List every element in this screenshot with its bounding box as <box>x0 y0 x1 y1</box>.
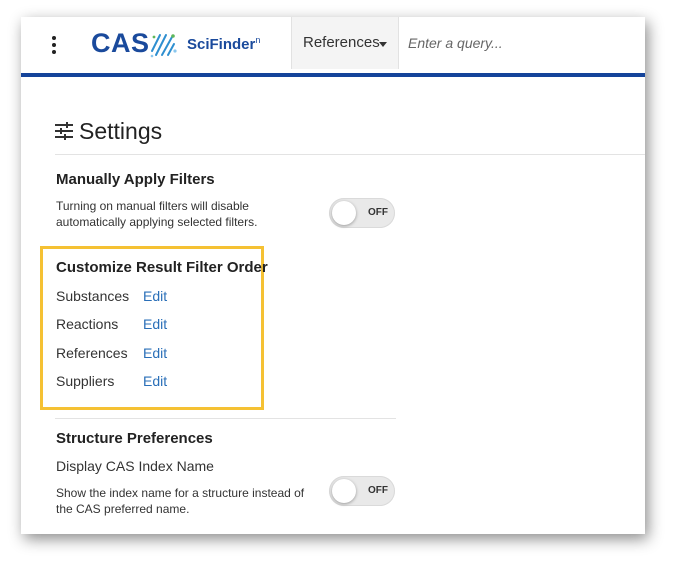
scifinder-logo-text: SciFindern <box>187 35 261 53</box>
filter-label: References <box>56 345 128 361</box>
title-divider <box>55 154 645 155</box>
cas-logo-mark-icon <box>150 34 177 58</box>
filter-order-heading: Customize Result Filter Order <box>56 259 268 276</box>
structure-prefs-heading: Structure Preferences <box>56 430 213 447</box>
edit-link-substances[interactable]: Edit <box>143 288 167 304</box>
edit-link-reactions[interactable]: Edit <box>143 316 167 332</box>
top-bar: CAS SciFindern References <box>21 17 645 77</box>
search-type-dropdown[interactable]: References <box>291 17 399 69</box>
edit-link-references[interactable]: Edit <box>143 345 167 361</box>
manual-filters-toggle[interactable]: OFF <box>329 198 395 228</box>
toggle-knob <box>332 201 356 225</box>
toggle-knob <box>332 479 356 503</box>
filter-row-reactions: Reactions Edit <box>56 316 167 332</box>
app-window: CAS SciFindern References Enter a query.… <box>21 17 645 534</box>
filter-row-references: References Edit <box>56 345 167 361</box>
kebab-menu-icon[interactable] <box>51 36 57 54</box>
manual-filters-heading: Manually Apply Filters <box>56 171 215 188</box>
query-input[interactable] <box>399 17 645 69</box>
filter-row-suppliers: Suppliers Edit <box>56 373 167 389</box>
cas-index-name-description: Show the index name for a structure inst… <box>56 486 305 516</box>
toggle-state-label: OFF <box>368 207 388 218</box>
manual-filters-description: Turning on manual filters will disable a… <box>56 199 258 229</box>
edit-link-suppliers[interactable]: Edit <box>143 373 167 389</box>
filter-row-substances: Substances Edit <box>56 288 167 304</box>
section-divider <box>55 418 396 419</box>
toggle-state-label: OFF <box>368 485 388 496</box>
caret-down-icon <box>379 42 387 47</box>
cas-index-name-label: Display CAS Index Name <box>56 458 214 474</box>
filter-label: Suppliers <box>56 373 115 389</box>
cas-logo-text: CAS <box>91 28 150 58</box>
filter-label: Substances <box>56 288 130 304</box>
page-title: Settings <box>79 118 163 144</box>
cas-index-name-toggle[interactable]: OFF <box>329 476 395 506</box>
filter-label: Reactions <box>56 316 119 332</box>
search-type-label: References <box>303 34 380 51</box>
